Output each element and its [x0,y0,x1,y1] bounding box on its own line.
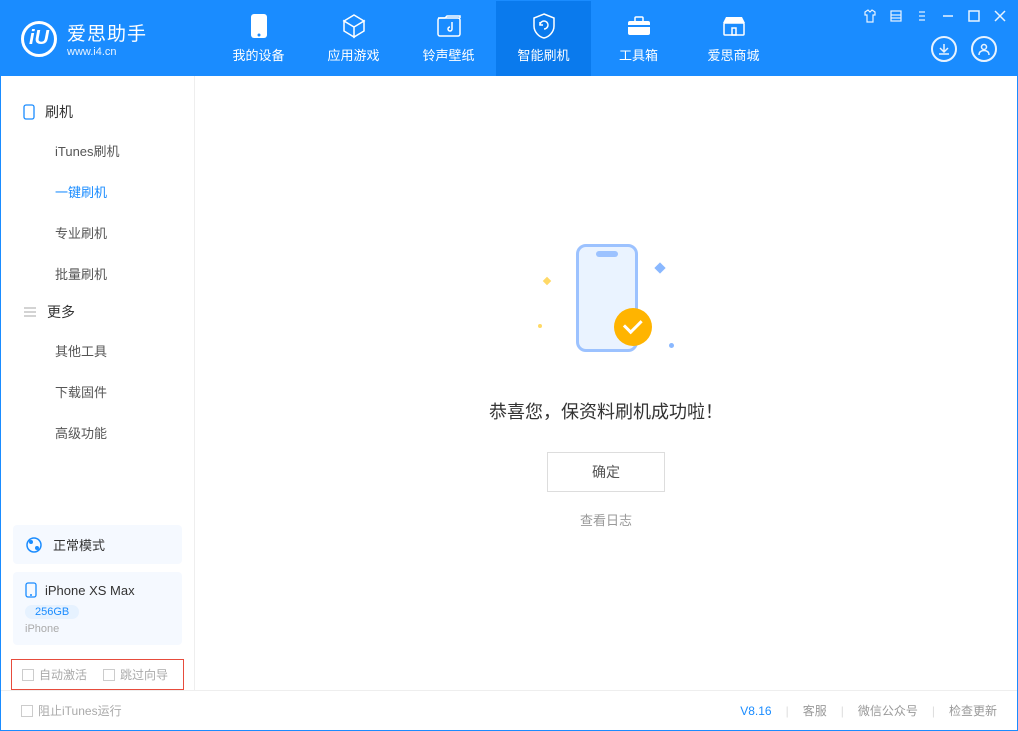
tab-label: 智能刷机 [517,45,569,64]
section-title: 更多 [47,302,75,322]
phone-icon [246,13,272,39]
minimize-icon[interactable] [941,9,955,23]
tab-ringtones[interactable]: 铃声壁纸 [401,1,496,76]
sidebar-section-more: 更多 [1,294,194,330]
tab-my-device[interactable]: 我的设备 [211,1,306,76]
download-icon[interactable] [931,36,957,62]
close-icon[interactable] [993,9,1007,23]
cube-icon [341,13,367,39]
music-folder-icon [436,13,462,39]
app-title: 爱思助手 [67,19,147,46]
sidebar-item-oneclick-flash[interactable]: 一键刷机 [1,171,194,212]
checkbox-icon [22,669,34,681]
flash-options-highlight: 自动激活 跳过向导 [11,659,184,690]
tab-apps[interactable]: 应用游戏 [306,1,401,76]
footer-link-support[interactable]: 客服 [803,702,827,719]
footer: 阻止iTunes运行 V8.16 | 客服 | 微信公众号 | 检查更新 [1,690,1017,730]
app-subtitle: www.i4.cn [67,46,147,58]
more-icon [23,305,37,319]
spark-icon [543,276,551,284]
menu-icon[interactable] [889,9,903,23]
maximize-icon[interactable] [967,9,981,23]
device-name: iPhone XS Max [45,583,135,598]
device-card[interactable]: iPhone XS Max 256GB iPhone [13,572,182,645]
user-icon[interactable] [971,36,997,62]
tab-flash[interactable]: 智能刷机 [496,1,591,76]
checkbox-label: 阻止iTunes运行 [38,702,122,719]
device-capacity: 256GB [25,605,79,619]
sidebar-bottom: 正常模式 iPhone XS Max 256GB iPhone [1,525,194,659]
store-icon [721,13,747,39]
mode-label: 正常模式 [53,535,105,554]
header: iU 爱思助手 www.i4.cn 我的设备 应用游戏 铃声壁纸 智能刷机 工具… [1,1,1017,76]
mode-card[interactable]: 正常模式 [13,525,182,564]
separator: | [786,704,789,718]
header-actions [931,36,997,62]
spark-icon [654,262,665,273]
device-small-icon [23,104,35,120]
tab-label: 铃声壁纸 [422,45,474,64]
ok-button[interactable]: 确定 [547,452,665,492]
tab-store[interactable]: 爱思商城 [686,1,781,76]
device-phone-icon [25,582,37,598]
main-content: 恭喜您，保资料刷机成功啦！ 确定 查看日志 [195,76,1017,690]
section-title: 刷机 [45,102,73,122]
dot-icon [669,343,674,348]
toolbox-icon [626,13,652,39]
body: 刷机 iTunes刷机 一键刷机 专业刷机 批量刷机 更多 其他工具 下载固件 … [1,76,1017,690]
success-message: 恭喜您，保资料刷机成功啦！ [489,398,723,424]
checkbox-label: 自动激活 [39,666,87,683]
logo-area: iU 爱思助手 www.i4.cn [21,19,181,58]
checkbox-skip-guide[interactable]: 跳过向导 [103,666,168,683]
checkbox-icon [103,669,115,681]
version-label: V8.16 [740,704,771,718]
window-controls [863,9,1007,23]
sidebar-item-advanced[interactable]: 高级功能 [1,412,194,453]
checkbox-icon [21,705,33,717]
logo-icon: iU [21,21,57,57]
sidebar-item-download-firmware[interactable]: 下载固件 [1,371,194,412]
mode-icon [25,536,43,554]
device-type: iPhone [25,623,170,635]
checkbox-block-itunes[interactable]: 阻止iTunes运行 [21,702,122,719]
sidebar-item-itunes-flash[interactable]: iTunes刷机 [1,130,194,171]
tab-label: 工具箱 [619,45,658,64]
tab-label: 我的设备 [232,45,284,64]
footer-link-wechat[interactable]: 微信公众号 [858,702,918,719]
sidebar: 刷机 iTunes刷机 一键刷机 专业刷机 批量刷机 更多 其他工具 下载固件 … [1,76,195,690]
sidebar-item-batch-flash[interactable]: 批量刷机 [1,253,194,294]
dot-icon [538,324,542,328]
view-log-link[interactable]: 查看日志 [580,510,632,529]
logo-text: 爱思助手 www.i4.cn [67,19,147,58]
success-illustration [536,238,676,378]
nav-tabs: 我的设备 应用游戏 铃声壁纸 智能刷机 工具箱 爱思商城 [211,1,781,76]
tab-toolbox[interactable]: 工具箱 [591,1,686,76]
checkbox-label: 跳过向导 [120,666,168,683]
separator: | [841,704,844,718]
sidebar-item-other-tools[interactable]: 其他工具 [1,330,194,371]
refresh-shield-icon [531,13,557,39]
footer-link-update[interactable]: 检查更新 [949,702,997,719]
sidebar-item-pro-flash[interactable]: 专业刷机 [1,212,194,253]
checkbox-auto-activate[interactable]: 自动激活 [22,666,87,683]
feedback-icon[interactable] [915,9,929,23]
tab-label: 应用游戏 [327,45,379,64]
check-badge-icon [614,308,652,346]
separator: | [932,704,935,718]
tab-label: 爱思商城 [707,45,759,64]
skin-icon[interactable] [863,9,877,23]
sidebar-section-flash: 刷机 [1,94,194,130]
